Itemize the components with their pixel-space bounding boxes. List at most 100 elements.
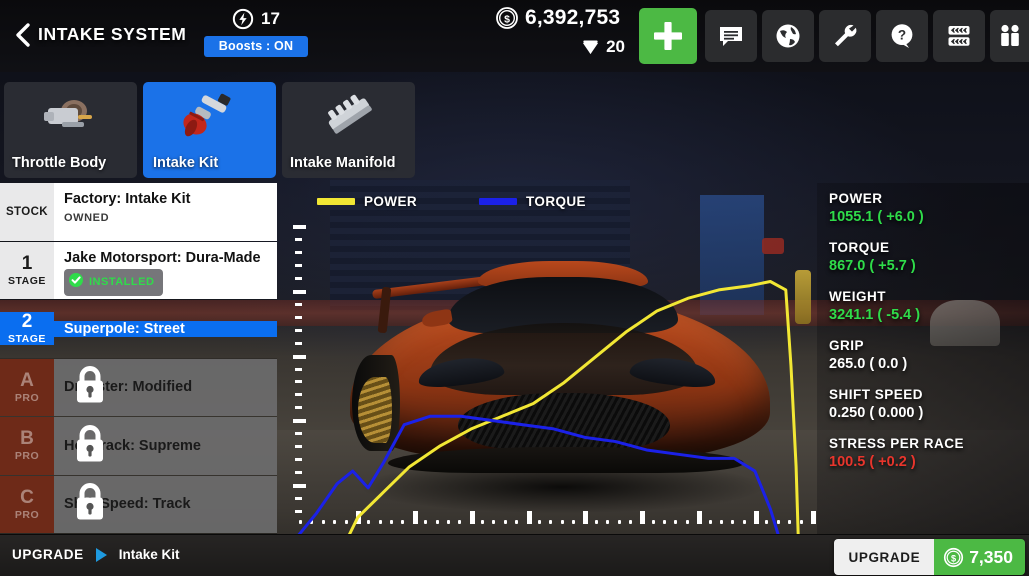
stat-item: POWER 1055.1 ( +6.0 ) [829,191,1029,225]
check-circle-icon [68,272,84,293]
stat-name: STRESS PER RACE [829,436,965,451]
upgrade-button-label: UPGRADE [834,539,935,575]
part-stage-number: 2 [21,311,33,333]
tab-label-intake-kit: Intake Kit [153,155,219,171]
back-button[interactable] [12,22,34,48]
stat-item: STRESS PER RACE 100.5 ( +0.2 ) [829,436,1029,470]
breadcrumb-upgrade: UPGRADE [12,547,84,562]
boost-widget: 17 Boosts : ON [196,6,316,57]
cash-amount: 6,392,753 [525,6,621,29]
stat-name: TORQUE [829,240,890,255]
lock-icon [77,366,103,403]
garage-button[interactable] [819,10,871,62]
top-bar: INTAKE SYSTEM 17 Boosts : ON $ 6,392,753… [0,0,1029,72]
stat-value: 3241.1 ( -5.4 ) [829,307,921,323]
throttle-body-icon [4,88,137,144]
part-stage-label: STAGE [8,274,46,287]
intake-manifold-icon [282,88,415,144]
lock-icon [72,422,108,469]
part-row[interactable]: B PRO Hot Track: Supreme [0,417,277,476]
stat-value: 867.0 ( +5.7 ) [829,258,916,274]
part-info: Factory: Intake Kit OWNED [54,183,277,241]
part-stage-badge: 2 STAGE [0,311,54,346]
part-stage-number: 1 [21,252,33,274]
upgrade-button-price: $ 7,350 [934,539,1025,575]
parts-list[interactable]: STOCK Factory: Intake Kit OWNED 1 STAGE Jake … [0,183,277,534]
stat-value: 0.250 ( 0.000 ) [829,405,924,421]
part-info: Jake Motorsport: Dura-Made INSTALLED [54,241,277,299]
part-stage-label: STOCK [5,205,49,218]
category-tabs: Throttle Body Intake Kit Intake Manifold [4,82,415,178]
coin-icon: $ [944,547,964,567]
part-stage-badge: STOCK [0,183,54,241]
stat-name: SHIFT SPEED [829,387,924,402]
part-title: Superpole: Street [64,320,185,337]
part-stage-badge: 1 STAGE [0,241,54,299]
part-stage-badge: C PRO [0,475,54,533]
game-screen: POWER TORQUE INTAKE SYSTEM 17 Boosts: O… [0,0,1029,576]
cards-button[interactable] [933,10,985,62]
svg-text:?: ? [898,27,906,42]
upgrade-button[interactable]: UPGRADE $ 7,350 [834,539,1025,575]
part-stage-label: STAGE [8,333,46,346]
tab-label-intake-manifold: Intake Manifold [290,155,396,171]
plus-icon [654,22,682,50]
stats-panel: POWER 1055.1 ( +6.0 ) TORQUE 867.0 ( +5.7 )… [817,183,1029,534]
gem-icon [581,38,600,57]
gem-row: 20 [495,34,635,60]
part-status: OWNED [64,212,110,224]
stat-value: 265.0 ( 0.0 ) [829,356,908,372]
performance-chart: POWER TORQUE [277,183,817,534]
part-stage-number: B [20,428,34,450]
lock-icon [72,481,108,528]
lock-icon [77,483,103,520]
part-stage-badge: A PRO [0,358,54,416]
stat-item: GRIP 265.0 ( 0.0 ) [829,338,1029,372]
intake-kit-icon [143,88,276,144]
upgrade-price-text: 7,350 [969,546,1013,567]
part-title: Factory: Intake Kit [64,191,191,207]
part-row[interactable]: C PRO Shift Speed: Track [0,475,277,534]
world-button[interactable] [762,10,814,62]
lock-icon [72,364,108,411]
part-stage-label: PRO [14,391,40,404]
svg-text:$: $ [504,13,510,25]
crew-icon [1000,24,1019,46]
stat-name: POWER [829,191,883,206]
cash-row: $ 6,392,753 [495,2,635,34]
part-row[interactable]: 1 STAGE Jake Motorsport: Dura-Made INSTALLE… [0,241,277,300]
part-row[interactable]: 2 STAGE Superpole: Street [0,300,277,359]
boost-bolt-icon [232,8,254,30]
boosts-toggle[interactable]: Boosts : ON [204,36,308,57]
stat-name: WEIGHT [829,289,886,304]
part-title: Jake Motorsport: Dura-Made [64,249,261,266]
installed-badge: INSTALLED [64,268,164,296]
wrench-icon [835,24,857,47]
boost-count: 17 [261,9,280,28]
add-currency-button[interactable] [639,8,697,64]
cards-icon [948,26,970,46]
tab-throttle-body[interactable]: Throttle Body [4,82,137,178]
page-title: INTAKE SYSTEM [38,24,187,44]
part-row[interactable]: A PRO Dragster: Modified [0,358,277,417]
stat-item: SHIFT SPEED 0.250 ( 0.000 ) [829,387,1029,421]
boost-counter: 17 [196,6,316,32]
svg-text:$: $ [951,553,956,563]
part-row[interactable]: STOCK Factory: Intake Kit OWNED [0,183,277,242]
currency-block: $ 6,392,753 20 [495,2,635,60]
chat-button[interactable] [705,10,757,62]
part-stage-label: PRO [14,508,40,521]
stat-item: TORQUE 867.0 ( +5.7 ) [829,240,1029,274]
crew-button[interactable] [990,10,1029,62]
bottom-bar: UPGRADE Intake Kit UPGRADE $ 7,350 [0,534,1029,576]
help-button[interactable]: ? [876,10,928,62]
tab-intake-kit[interactable]: Intake Kit [143,82,276,178]
stat-name: GRIP [829,338,865,353]
breadcrumb: UPGRADE Intake Kit [12,547,179,562]
lock-icon [77,424,103,462]
coin-icon: $ [495,6,519,30]
tab-intake-manifold[interactable]: Intake Manifold [282,82,415,178]
stat-item: WEIGHT 3241.1 ( -5.4 ) [829,289,1029,323]
installed-label: INSTALLED [89,276,155,288]
gem-amount: 20 [606,37,625,56]
